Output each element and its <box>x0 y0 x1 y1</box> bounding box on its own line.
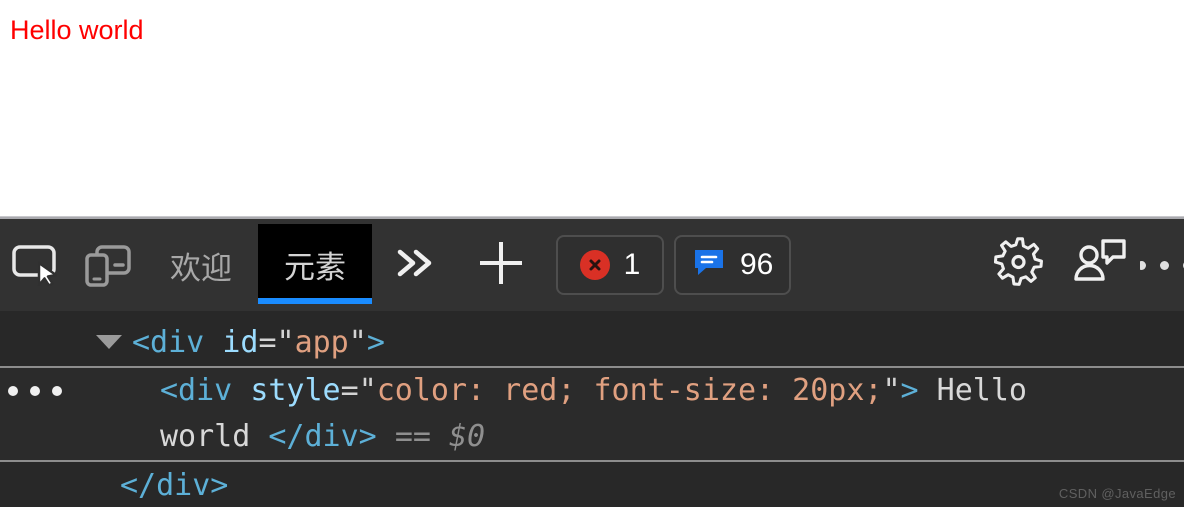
dom-selection-equals: == <box>394 419 431 454</box>
feedback-button[interactable] <box>1060 219 1140 311</box>
inspect-cursor-icon <box>11 244 61 286</box>
error-count-label: 1 <box>623 248 641 281</box>
inspect-element-button[interactable] <box>0 219 72 311</box>
dom-quote-open: " <box>276 325 295 360</box>
feedback-person-icon <box>1072 238 1128 293</box>
dom-row-clipped <box>0 311 1184 319</box>
more-dots-icon <box>1140 260 1184 270</box>
add-panel-button[interactable] <box>456 219 546 311</box>
expand-collapse-twisty-icon[interactable] <box>96 334 122 349</box>
dom-text-node-part1: Hello <box>918 373 1027 408</box>
elements-dom-tree[interactable]: <div id="app"> <div style="color: red; f… <box>0 311 1184 507</box>
dom-tag-open: <div <box>132 325 205 360</box>
more-options-button[interactable] <box>1140 219 1184 311</box>
chevron-double-right-icon <box>390 243 438 288</box>
dom-text-node-part2: world <box>160 419 269 454</box>
dom-row-selected-hello-div[interactable]: <div style="color: red; font-size: 20px;… <box>0 366 1184 462</box>
page-hello-world-text: Hello world <box>10 15 144 45</box>
dom-equals: = <box>340 373 359 408</box>
error-count-badge[interactable]: 1 <box>556 235 664 295</box>
dom-row-line-2: world </div> == $0 <box>0 414 1184 460</box>
toggle-device-toolbar-button[interactable] <box>72 219 144 311</box>
dom-quote-open: " <box>358 373 377 408</box>
dom-tag-close-bracket: > <box>366 325 385 360</box>
rendered-page-viewport: Hello world <box>0 0 1184 216</box>
dom-console-ref: $0 <box>449 419 486 454</box>
devtools-toolbar: 欢迎 元素 1 96 <box>0 219 1184 311</box>
dom-tag-open: <div <box>160 373 233 408</box>
dom-space <box>204 325 222 360</box>
dom-attr-name[interactable]: id <box>222 325 258 360</box>
dom-attr-name[interactable]: style <box>250 373 340 408</box>
dom-space <box>232 373 250 408</box>
dom-quote-close: " <box>882 373 901 408</box>
dom-row-line-1: <div style="color: red; font-size: 20px;… <box>0 368 1184 414</box>
dom-tag-close-bracket: > <box>900 373 919 408</box>
dom-quote-close: " <box>348 325 367 360</box>
dom-row-div-app[interactable]: <div id="app"> <box>0 319 1184 366</box>
tab-welcome[interactable]: 欢迎 <box>144 219 258 311</box>
dom-space <box>377 419 395 454</box>
dom-row-closing-div-app[interactable]: </div> <box>0 462 1184 507</box>
more-tabs-button[interactable] <box>372 219 456 311</box>
dom-equals: = <box>258 325 277 360</box>
error-icon <box>579 250 610 280</box>
devtools-window: Hello world 欢迎 元素 1 96 <div id="app"> <d… <box>0 0 1184 507</box>
devtools-panel: 欢迎 元素 1 96 <div id="app"> <div style="co… <box>0 219 1184 507</box>
message-count-label: 96 <box>740 248 774 281</box>
message-icon <box>692 247 726 284</box>
dom-attr-value[interactable]: app <box>295 325 349 360</box>
plus-icon <box>475 237 527 294</box>
device-toolbar-icon <box>83 243 133 287</box>
tab-welcome-label: 欢迎 <box>170 250 232 287</box>
message-count-badge[interactable]: 96 <box>674 235 792 295</box>
gear-icon <box>993 236 1046 294</box>
dom-space <box>431 419 449 454</box>
settings-button[interactable] <box>980 219 1060 311</box>
dom-closing-tag: </div> <box>268 419 377 454</box>
dom-attr-value-style[interactable]: color: red; font-size: 20px; <box>377 373 883 408</box>
dom-row-ellipsis-badge[interactable] <box>8 386 62 396</box>
tab-elements-label: 元素 <box>284 249 346 286</box>
dom-closing-tag: </div> <box>120 468 229 503</box>
tab-elements[interactable]: 元素 <box>258 224 372 304</box>
